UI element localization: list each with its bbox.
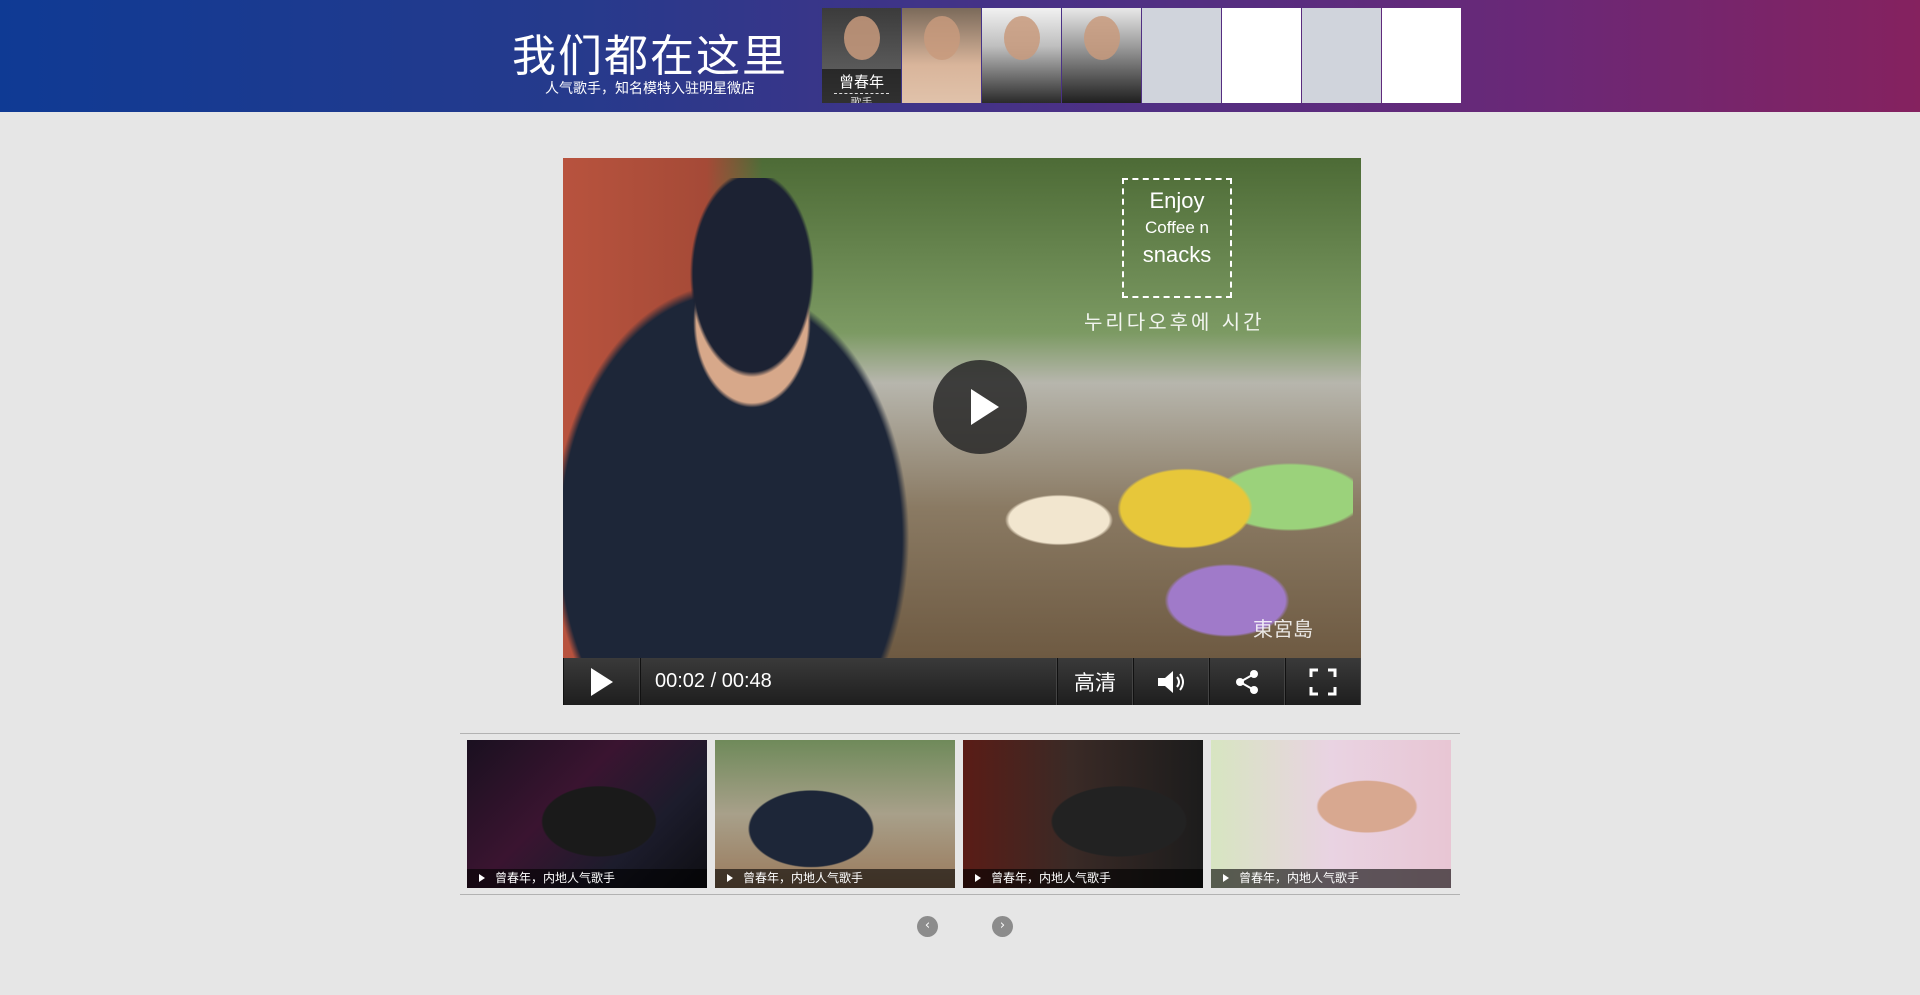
star-slot-empty	[1302, 8, 1381, 103]
enjoy-line-3: snacks	[1142, 242, 1212, 267]
star-avatar-2[interactable]	[902, 8, 981, 103]
play-small-icon	[727, 874, 733, 882]
volume-icon	[1158, 670, 1184, 693]
play-icon	[971, 389, 999, 425]
play-small-icon	[975, 874, 981, 882]
avatar	[844, 16, 880, 60]
strip-divider-top	[460, 733, 1460, 734]
star-avatar-3[interactable]	[982, 8, 1061, 103]
video-frame[interactable]: Enjoy Coffee n snacks 누리다오후에 시간 東宮島	[563, 158, 1361, 658]
video-person	[563, 178, 983, 658]
player-control-bar: 00:02 / 00:48 高清	[563, 658, 1361, 705]
star-slot-empty	[1222, 8, 1301, 103]
star-role: 歌手	[850, 96, 873, 103]
star-avatar-1[interactable]: 曾春年 歌手	[822, 8, 901, 103]
star-avatar-row: 曾春年 歌手	[822, 8, 1462, 103]
thumbnail-caption: 曾春年，内地人气歌手	[467, 869, 707, 888]
star-name: 曾春年	[838, 73, 884, 91]
korean-overlay-text: 누리다오후에 시간	[1084, 310, 1265, 334]
video-thumbnail[interactable]: 曾春年，内地人气歌手	[1211, 740, 1451, 888]
enjoy-line-2: Coffee n	[1145, 218, 1209, 237]
share-button[interactable]	[1209, 658, 1285, 705]
star-avatar-4[interactable]	[1062, 8, 1141, 103]
thumbnail-caption-text: 曾春年，内地人气歌手	[991, 871, 1112, 885]
strip-divider-bottom	[460, 894, 1460, 895]
video-player[interactable]: Enjoy Coffee n snacks 누리다오후에 시간 東宮島 00:0…	[563, 158, 1361, 705]
avatar	[924, 16, 960, 60]
play-icon	[590, 667, 613, 696]
big-play-button[interactable]	[933, 360, 1027, 454]
thumbnail-caption-text: 曾春年，内地人气歌手	[1239, 871, 1360, 885]
time-display: 00:02 / 00:48	[640, 658, 1057, 705]
thumbnail-caption: 曾春年，内地人气歌手	[715, 869, 955, 888]
avatar	[1004, 16, 1040, 60]
next-arrow-button[interactable]: ›	[992, 916, 1013, 937]
enjoy-sign: Enjoy Coffee n snacks	[1122, 178, 1232, 298]
banner-subtitle: 人气歌手，知名模特入驻明星微店	[545, 81, 755, 97]
header-banner: 我们都在这里 人气歌手，知名模特入驻明星微店 曾春年 歌手	[0, 0, 1920, 112]
volume-button[interactable]	[1133, 658, 1209, 705]
banner-title: 我们都在这里	[512, 31, 788, 82]
video-thumbnail[interactable]: 曾春年，内地人气歌手	[963, 740, 1203, 888]
thumbnail-caption-text: 曾春年，内地人气歌手	[495, 871, 616, 885]
thumbnail-caption-text: 曾春年，内地人气歌手	[743, 871, 864, 885]
fullscreen-icon	[1309, 668, 1337, 695]
star-caption: 曾春年 歌手	[822, 69, 901, 103]
star-slot-empty	[1382, 8, 1461, 103]
star-slot-empty	[1142, 8, 1221, 103]
play-button[interactable]	[563, 658, 640, 705]
watermark-logo: 東宮島	[1253, 617, 1313, 641]
enjoy-line-1: Enjoy	[1149, 188, 1205, 213]
video-thumbnail[interactable]: 曾春年，内地人气歌手	[467, 740, 707, 888]
thumbnail-caption: 曾春年，内地人气歌手	[1211, 869, 1451, 888]
thumbnail-strip: 曾春年，内地人气歌手 曾春年，内地人气歌手 曾春年，内地人气歌手 曾春年，内地人…	[467, 740, 1459, 888]
play-small-icon	[479, 874, 485, 882]
share-icon	[1236, 669, 1258, 694]
video-thumbnail[interactable]: 曾春年，内地人气歌手	[715, 740, 955, 888]
prev-arrow-button[interactable]: ‹	[917, 916, 938, 937]
avatar	[1084, 16, 1120, 60]
play-small-icon	[1223, 874, 1229, 882]
fullscreen-button[interactable]	[1285, 658, 1361, 705]
quality-button[interactable]: 高清	[1057, 658, 1133, 705]
thumbnail-caption: 曾春年，内地人气歌手	[963, 869, 1203, 888]
